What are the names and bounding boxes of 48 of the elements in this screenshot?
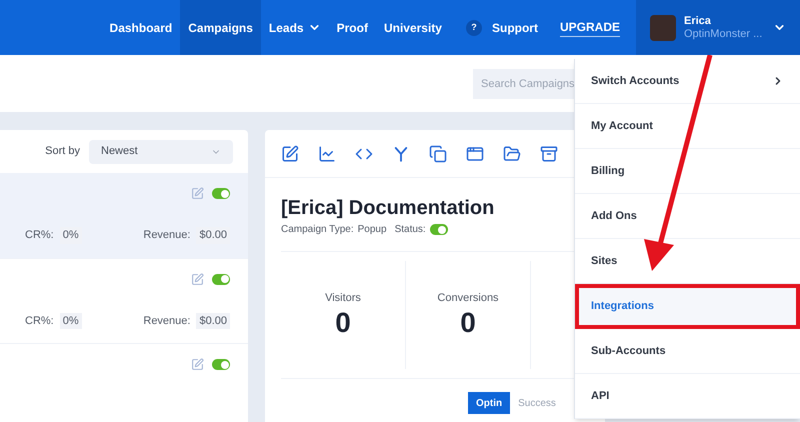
type-value: Popup [358, 223, 387, 237]
archive-icon[interactable] [540, 144, 558, 162]
avatar [650, 14, 676, 40]
stat-value: 0 [335, 306, 351, 340]
split-icon[interactable] [392, 144, 410, 162]
stat-label: Conversions [437, 290, 499, 306]
status-toggle[interactable] [212, 188, 230, 200]
menu-item[interactable]: Sub-Accounts [575, 329, 800, 374]
nav-item[interactable]: UPGRADE [552, 0, 628, 55]
user-name: Erica [684, 14, 712, 28]
cr-label: CR%: [25, 228, 54, 244]
menu-item[interactable]: Billing [575, 149, 800, 194]
revenue-value: $0.00 [196, 312, 230, 330]
help-icon: ? [466, 20, 482, 36]
campaign-row[interactable]: CR%: 0% Revenue: $0.00 [0, 173, 248, 259]
status-label: Status: [394, 223, 426, 237]
account-name: OptinMonster ... [684, 28, 762, 40]
menu-item[interactable]: Switch Accounts [575, 59, 800, 104]
type-label: Campaign Type: [281, 223, 354, 237]
nav-item[interactable]: Dashboard [102, 0, 180, 55]
menu-item[interactable]: Add Ons [575, 194, 800, 239]
menu-item[interactable]: My Account [575, 104, 800, 149]
sort-dropdown[interactable]: Newest [89, 140, 233, 164]
cr-label: CR%: [25, 314, 54, 329]
status-toggle[interactable] [212, 274, 230, 285]
chart-icon[interactable] [318, 144, 336, 162]
status-toggle[interactable] [212, 359, 230, 370]
stat-label: Visitors [325, 290, 361, 306]
campaign-title: [Erica] Documentation [281, 196, 496, 220]
copy-icon[interactable] [429, 144, 447, 162]
menu-item[interactable]: Integrations [575, 284, 800, 329]
cr-value: 0% [60, 312, 82, 330]
menu-item[interactable]: API [575, 374, 800, 419]
folder-icon[interactable] [503, 144, 521, 162]
nav-item[interactable]: University [376, 0, 450, 55]
status-toggle[interactable] [430, 224, 448, 235]
nav-item[interactable]: Leads [260, 0, 329, 55]
revenue-label: Revenue: [143, 314, 190, 329]
sort-label: Sort by [45, 144, 80, 160]
nav-item[interactable]: Proof [328, 0, 376, 55]
window-icon[interactable] [466, 144, 484, 162]
revenue-label: Revenue: [143, 228, 190, 244]
view-tab[interactable]: Optin [468, 392, 510, 414]
nav-item[interactable]: Campaigns [180, 0, 261, 55]
nav-item[interactable]: ? Support [458, 0, 546, 55]
user-menu[interactable]: Erica OptinMonster ... [636, 0, 800, 55]
stat-value: 0 [460, 306, 476, 340]
edit-icon[interactable] [281, 144, 299, 162]
